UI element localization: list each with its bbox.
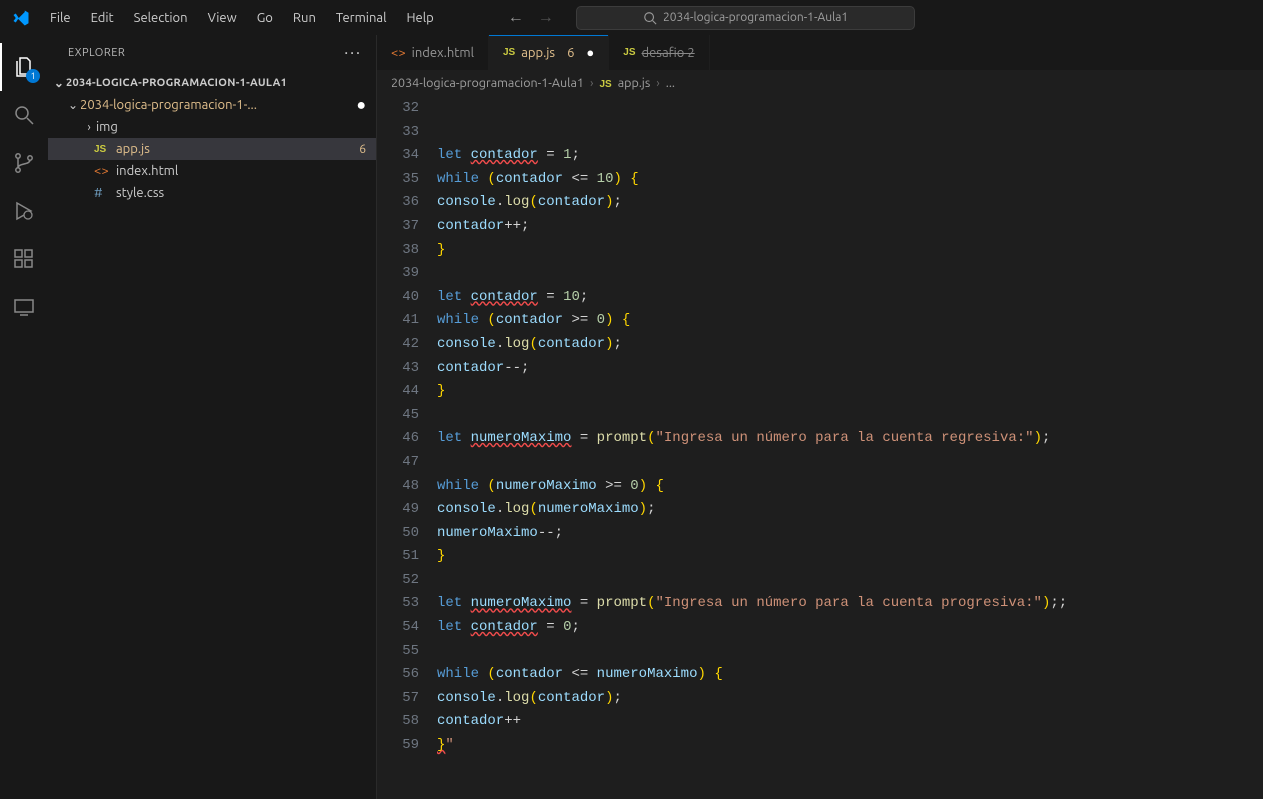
code-content[interactable]: let contador = 1;while (contador <= 10) …: [437, 95, 1263, 799]
problems-count: 6: [359, 143, 366, 156]
branch-icon: [12, 151, 36, 175]
js-icon: JS: [503, 47, 515, 58]
explorer-sidebar: EXPLORER ··· ⌄ 2034-LOGICA-PROGRAMACION-…: [48, 35, 377, 799]
dirty-dot-icon: ●: [356, 97, 366, 113]
breadcrumb-part[interactable]: 2034-logica-programacion-1-Aula1: [391, 76, 584, 90]
extensions-icon: [12, 247, 36, 271]
search-icon: [12, 103, 36, 127]
tab-index.html[interactable]: <> index.html: [377, 35, 489, 70]
titlebar: FileEditSelectionViewGoRunTerminalHelp ←…: [0, 0, 1263, 35]
menu-run[interactable]: Run: [283, 5, 326, 31]
css-icon: #: [94, 186, 103, 200]
editor-tabs: <> index.html JS app.js 6 ● JS desafio 2: [377, 35, 1263, 71]
sidebar-header: EXPLORER ···: [48, 35, 376, 70]
tree-root[interactable]: ⌄ 2034-LOGICA-PROGRAMACION-1-AULA1: [48, 72, 376, 94]
menu-view[interactable]: View: [198, 5, 247, 31]
tab-label: index.html: [412, 46, 474, 60]
activity-explorer[interactable]: 1: [0, 43, 48, 91]
dirty-dot-icon: ●: [586, 45, 594, 60]
command-center[interactable]: 2034-logica-programacion-1-Aula1: [576, 6, 916, 30]
vscode-logo-icon: [12, 9, 30, 27]
tree-file[interactable]: <> index.html: [48, 160, 376, 182]
file-tree: ⌄ 2034-LOGICA-PROGRAMACION-1-AULA1 ⌄ 203…: [48, 70, 376, 799]
tree-folder[interactable]: ›img: [48, 116, 376, 138]
file-name: style.css: [116, 186, 376, 200]
editor-area: <> index.html JS app.js 6 ● JS desafio 2 2034-l…: [377, 35, 1263, 799]
file-name: app.js: [116, 142, 359, 156]
sidebar-more-icon[interactable]: ···: [344, 44, 362, 62]
html-icon: <>: [94, 164, 109, 178]
menu-edit[interactable]: Edit: [81, 5, 124, 31]
chevron-right-icon: ›: [590, 76, 594, 90]
chevron-down-icon: ⌄: [52, 76, 66, 90]
sidebar-title: EXPLORER: [68, 47, 125, 59]
html-icon: <>: [391, 46, 406, 60]
activity-extensions[interactable]: [0, 235, 48, 283]
menu-selection[interactable]: Selection: [124, 5, 198, 31]
menu-go[interactable]: Go: [247, 5, 283, 31]
activity-scm[interactable]: [0, 139, 48, 187]
breadcrumb[interactable]: 2034-logica-programacion-1-Aula1 › JS app.j…: [377, 71, 1263, 95]
tab-label: app.js: [521, 46, 555, 60]
file-name: index.html: [116, 164, 376, 178]
tab-desafio-2[interactable]: JS desafio 2: [609, 35, 709, 70]
line-gutter: 3233343536373839404142434445464748495051…: [377, 95, 437, 799]
nav-forward-icon[interactable]: →: [536, 8, 556, 27]
root-name: 2034-LOGICA-PROGRAMACION-1-AULA1: [66, 77, 376, 89]
play-bug-icon: [12, 199, 36, 223]
nav-buttons: ← →: [506, 8, 556, 27]
chevron-down-icon: ⌄: [66, 98, 80, 112]
breadcrumb-part[interactable]: ...: [666, 76, 675, 90]
menu-terminal[interactable]: Terminal: [326, 5, 397, 31]
activitybar: 1: [0, 35, 48, 799]
search-icon: [643, 11, 657, 25]
activity-search[interactable]: [0, 91, 48, 139]
code-editor[interactable]: 3233343536373839404142434445464748495051…: [377, 95, 1263, 799]
search-text: 2034-logica-programacion-1-Aula1: [663, 11, 848, 24]
explorer-badge: 1: [26, 69, 40, 83]
tree-folder-open[interactable]: ⌄ 2034-logica-programacion-1-... ●: [48, 94, 376, 116]
breadcrumb-part[interactable]: app.js: [618, 76, 651, 90]
menu-file[interactable]: File: [40, 5, 81, 31]
tree-file[interactable]: JS app.js6: [48, 138, 376, 160]
menu-help[interactable]: Help: [396, 5, 443, 31]
remote-icon: [12, 295, 36, 319]
tab-problems: 6: [567, 46, 574, 60]
tab-label: desafio 2: [642, 46, 695, 60]
activity-debug[interactable]: [0, 187, 48, 235]
activity-remote[interactable]: [0, 283, 48, 331]
folder-name: 2034-logica-programacion-1-...: [80, 98, 356, 112]
nav-back-icon[interactable]: ←: [506, 8, 526, 27]
menubar: FileEditSelectionViewGoRunTerminalHelp: [40, 5, 444, 31]
chevron-right-icon: ›: [656, 76, 660, 90]
folder-name: img: [96, 120, 376, 134]
js-icon: JS: [599, 79, 611, 90]
tab-app.js[interactable]: JS app.js 6 ●: [489, 35, 609, 70]
js-icon: JS: [94, 144, 106, 155]
js-icon: JS: [623, 47, 635, 58]
tree-file[interactable]: # style.css: [48, 182, 376, 204]
chevron-right-icon: ›: [82, 121, 96, 134]
